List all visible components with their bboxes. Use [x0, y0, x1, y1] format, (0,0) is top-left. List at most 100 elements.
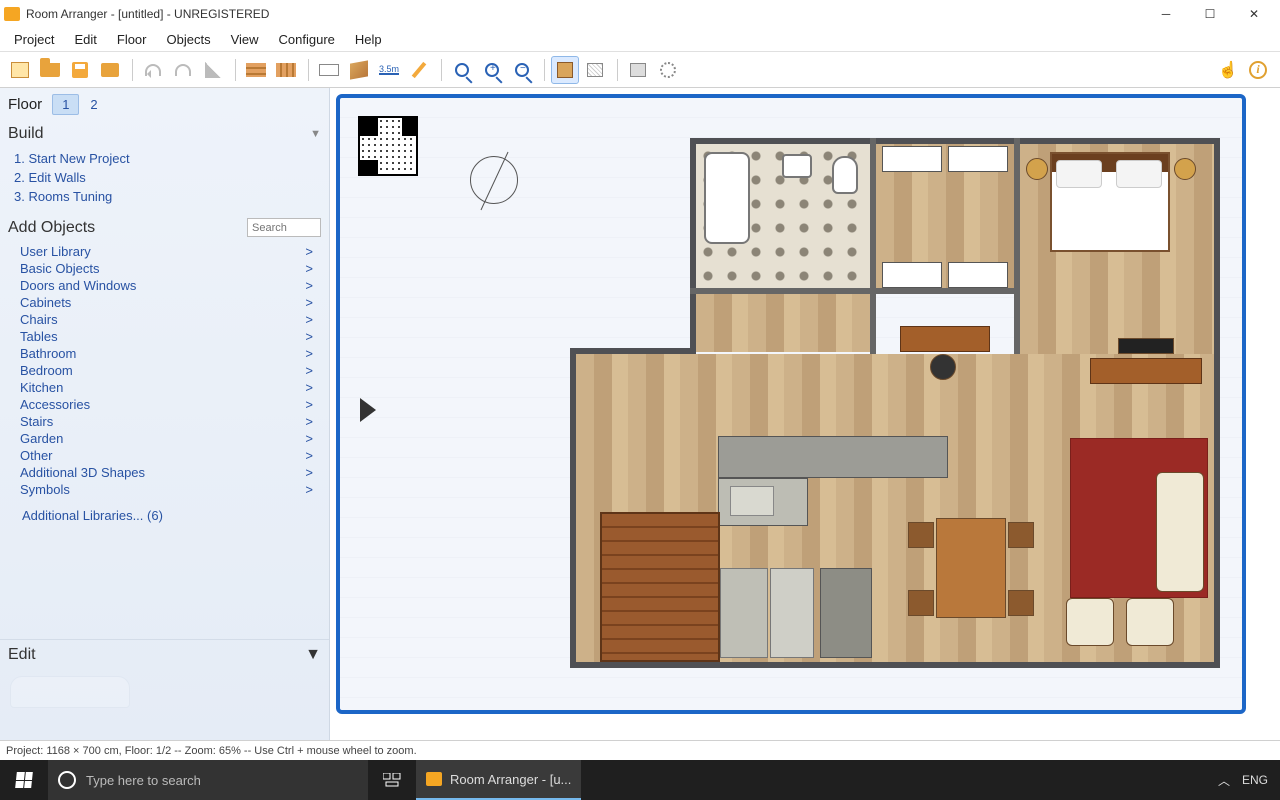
- toolbar-redo[interactable]: [169, 56, 197, 84]
- wardrobe[interactable]: [948, 146, 1008, 172]
- build-edit-walls[interactable]: 2. Edit Walls: [14, 168, 317, 187]
- cat-cabinets[interactable]: Cabinets>: [8, 294, 321, 311]
- wall[interactable]: [570, 348, 696, 354]
- tv-unit[interactable]: [1090, 358, 1202, 384]
- chair[interactable]: [1008, 590, 1034, 616]
- build-start-new[interactable]: 1. Start New Project: [14, 149, 317, 168]
- wardrobe[interactable]: [882, 262, 942, 288]
- menu-view[interactable]: View: [221, 30, 269, 49]
- oven[interactable]: [820, 568, 872, 658]
- menu-edit[interactable]: Edit: [64, 30, 106, 49]
- floor-tab-1[interactable]: 1: [52, 94, 79, 115]
- te[interactable]: ☐: [1188, 0, 1232, 28]
- taskbar-app-room-arranger[interactable]: Room Arranger - [u...: [416, 760, 581, 800]
- wall[interactable]: [1214, 138, 1220, 668]
- cat-basic-objects[interactable]: Basic Objects>: [8, 260, 321, 277]
- menu-project[interactable]: Project: [4, 30, 64, 49]
- system-tray[interactable]: ︿ ENG: [1206, 772, 1280, 789]
- cat-3d-shapes[interactable]: Additional 3D Shapes>: [8, 464, 321, 481]
- toolbar-3dview[interactable]: [551, 56, 579, 84]
- task-view-button[interactable]: [368, 760, 416, 800]
- floor-plan-canvas[interactable]: [336, 94, 1246, 714]
- toolbar-wall[interactable]: [242, 56, 270, 84]
- bathtub[interactable]: [704, 152, 750, 244]
- lamp[interactable]: [1174, 158, 1196, 180]
- counter[interactable]: [720, 568, 768, 658]
- couch[interactable]: [1156, 472, 1204, 592]
- cat-user-library[interactable]: User Library>: [8, 243, 321, 260]
- toolbar-hand[interactable]: ☝: [1214, 56, 1242, 84]
- cat-chairs[interactable]: Chairs>: [8, 311, 321, 328]
- wall[interactable]: [690, 138, 696, 348]
- cat-symbols[interactable]: Symbols>: [8, 481, 321, 498]
- cat-other[interactable]: Other>: [8, 447, 321, 464]
- toolbar-ruler[interactable]: 3.5m: [375, 56, 403, 84]
- menu-configure[interactable]: Configure: [269, 30, 345, 49]
- additional-libraries-link[interactable]: Additional Libraries... (6): [8, 498, 321, 533]
- chair[interactable]: [1008, 522, 1034, 548]
- toolbar-pen[interactable]: [405, 56, 433, 84]
- desk[interactable]: [900, 326, 990, 352]
- toolbar-undo[interactable]: [139, 56, 167, 84]
- taskbar-search[interactable]: Type here to search: [48, 760, 368, 800]
- build-section-header[interactable]: Build ▼: [0, 121, 329, 147]
- toolbar-brush[interactable]: [199, 56, 227, 84]
- toolbar-3d[interactable]: [345, 56, 373, 84]
- tray-language[interactable]: ENG: [1242, 773, 1268, 787]
- toolbar-new[interactable]: [6, 56, 34, 84]
- toolbar-info[interactable]: i: [1244, 56, 1272, 84]
- start-button[interactable]: [0, 760, 48, 800]
- cat-kitchen[interactable]: Kitchen>: [8, 379, 321, 396]
- tv[interactable]: [1118, 338, 1174, 354]
- chair[interactable]: [908, 522, 934, 548]
- stairs[interactable]: [600, 512, 720, 662]
- toolbar-save[interactable]: [66, 56, 94, 84]
- kitchen-island[interactable]: [718, 436, 948, 478]
- wall[interactable]: [870, 288, 876, 354]
- cat-bedroom[interactable]: Bedroom>: [8, 362, 321, 379]
- edit-section-header[interactable]: Edit ▼: [0, 639, 329, 670]
- menu-objects[interactable]: Objects: [157, 30, 221, 49]
- cat-accessories[interactable]: Accessories>: [8, 396, 321, 413]
- toolbar-house[interactable]: [624, 56, 652, 84]
- cat-tables[interactable]: Tables>: [8, 328, 321, 345]
- toolbar-zoom-in[interactable]: [478, 56, 506, 84]
- wall[interactable]: [870, 138, 876, 288]
- chair[interactable]: [908, 590, 934, 616]
- wall[interactable]: [690, 138, 1220, 144]
- lamp[interactable]: [1026, 158, 1048, 180]
- menu-floor[interactable]: Floor: [107, 30, 157, 49]
- basin[interactable]: [782, 154, 812, 178]
- wall[interactable]: [1014, 138, 1020, 354]
- search-input[interactable]: [247, 218, 321, 237]
- floor-tab-2[interactable]: 2: [81, 95, 106, 114]
- toolbar-zoom-out[interactable]: [508, 56, 536, 84]
- toolbar-zoom[interactable]: [448, 56, 476, 84]
- toolbar-open[interactable]: [36, 56, 64, 84]
- toolbar-dim[interactable]: [315, 56, 343, 84]
- cat-garden[interactable]: Garden>: [8, 430, 321, 447]
- wardrobe[interactable]: [948, 262, 1008, 288]
- wall[interactable]: [570, 662, 1220, 668]
- pillow[interactable]: [1116, 160, 1162, 188]
- toolbar-print[interactable]: [96, 56, 124, 84]
- close-button[interactable]: ✕: [1232, 0, 1276, 28]
- toilet[interactable]: [832, 156, 858, 194]
- minimize-button[interactable]: ─: [1144, 0, 1188, 28]
- floor-plan[interactable]: [570, 138, 1220, 668]
- build-rooms-tuning[interactable]: 3. Rooms Tuning: [14, 187, 317, 206]
- pillow[interactable]: [1056, 160, 1102, 188]
- dining-table[interactable]: [936, 518, 1006, 618]
- wall[interactable]: [690, 288, 1020, 294]
- toolbar-wireframe[interactable]: [581, 56, 609, 84]
- toolbar-settings[interactable]: [654, 56, 682, 84]
- desk-chair[interactable]: [930, 354, 956, 380]
- cat-bathroom[interactable]: Bathroom>: [8, 345, 321, 362]
- menu-help[interactable]: Help: [345, 30, 392, 49]
- tray-chevron-icon[interactable]: ︿: [1218, 772, 1230, 789]
- armchair[interactable]: [1066, 598, 1114, 646]
- armchair[interactable]: [1126, 598, 1174, 646]
- wardrobe[interactable]: [882, 146, 942, 172]
- toolbar-wall-edit[interactable]: [272, 56, 300, 84]
- cat-doors-windows[interactable]: Doors and Windows>: [8, 277, 321, 294]
